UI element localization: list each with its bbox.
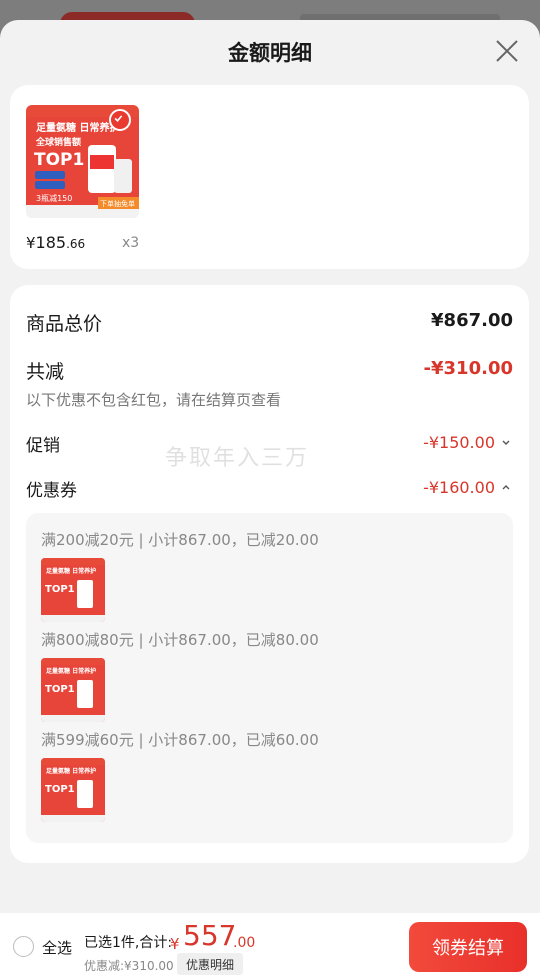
coupon-label[interactable]: 优惠券 xyxy=(26,476,77,501)
product-thumb-corner: 下单抽免单 xyxy=(100,199,135,208)
price-symbol: ¥ xyxy=(26,234,36,252)
discount-note: 优惠减:¥310.00 xyxy=(84,959,174,973)
coupon-item-text: 满200减20元 | 小计867.00，已减20.00 xyxy=(41,531,319,549)
coupon-item-thumb: 足量氨糖 日常养护 TOP1 xyxy=(41,758,105,822)
chevron-down-icon[interactable] xyxy=(500,437,512,449)
total-integer: 557 xyxy=(183,919,237,952)
promotion-value[interactable]: -¥150.00 xyxy=(423,433,495,452)
coupon-thumb-line3: TOP1 xyxy=(45,584,75,595)
price-integer: 185 xyxy=(35,233,67,252)
total-decimal: .00 xyxy=(233,935,256,951)
coupon-value[interactable]: -¥160.00 xyxy=(423,478,495,497)
coupon-item-thumb: 足量氨糖 日常养护 TOP1 xyxy=(41,658,105,722)
product-unit-price: ¥185.66 xyxy=(26,233,85,252)
coupon-thumb-line1: 足量氨糖 日常养护 xyxy=(46,667,96,675)
total-reduce-label: 共减 xyxy=(26,361,65,383)
coupon-item-text: 满800减80元 | 小计867.00，已减80.00 xyxy=(41,631,319,649)
select-all-radio[interactable] xyxy=(13,936,34,957)
coupon-thumb-line3: TOP1 xyxy=(45,784,75,795)
coupon-list: 满200减20元 | 小计867.00，已减20.00 足量氨糖 日常养护 TO… xyxy=(26,513,513,843)
amount-detail-card: 商品总价 ¥867.00 共减 -¥310.00 以下优惠不包含红包，请在结算页… xyxy=(10,285,529,863)
total-reduce-value: -¥310.00 xyxy=(423,358,513,379)
total-symbol: ¥ xyxy=(170,935,180,953)
product-thumb-line3: TOP1 xyxy=(34,150,84,170)
promotion-label[interactable]: 促销 xyxy=(26,431,60,456)
product-card: 足量氨糖 日常养护 全球销售额 TOP1 3瓶减150 下单抽免单 ¥185.6… xyxy=(10,85,529,269)
chevron-up-icon[interactable] xyxy=(500,481,512,493)
coupon-item-thumb: 足量氨糖 日常养护 TOP1 xyxy=(41,558,105,622)
watermark: 争取年入三万 xyxy=(165,446,310,471)
product-thumb-line1: 足量氨糖 日常养护 xyxy=(36,121,119,134)
discount-detail-button[interactable]: 优惠明细 xyxy=(177,953,243,975)
coupon-thumb-line1: 足量氨糖 日常养护 xyxy=(46,567,96,575)
checked-icon xyxy=(109,109,131,131)
product-quantity: x3 xyxy=(122,235,140,251)
coupon-item-text: 满599减60元 | 小计867.00，已减60.00 xyxy=(41,731,319,749)
reduce-note: 以下优惠不包含红包，请在结算页查看 xyxy=(26,391,282,409)
product-thumb-line2: 全球销售额 xyxy=(35,136,81,148)
coupon-thumb-line3: TOP1 xyxy=(45,684,75,695)
product-thumb-line4: 3瓶减150 xyxy=(36,193,72,203)
checkout-button[interactable]: 领券结算 xyxy=(409,922,527,972)
price-decimal: .66 xyxy=(66,237,86,251)
close-icon[interactable] xyxy=(494,38,520,64)
sheet-header: 金额明细 xyxy=(0,20,540,84)
goods-total-value: ¥867.00 xyxy=(431,310,513,331)
checkout-bar: 全选 已选1件,合计: ¥ 557 .00 优惠减:¥310.00 优惠明细 领… xyxy=(0,913,540,980)
goods-total-label: 商品总价 xyxy=(26,313,103,335)
select-all-label[interactable]: 全选 xyxy=(42,937,72,958)
coupon-thumb-line1: 足量氨糖 日常养护 xyxy=(46,767,96,775)
amount-detail-sheet: 金额明细 足量氨糖 日常养护 全球销售额 TOP1 3瓶减150 下单抽免单 ¥… xyxy=(0,20,540,980)
selected-summary: 已选1件,合计: xyxy=(84,935,173,951)
sheet-title: 金额明细 xyxy=(228,41,312,65)
